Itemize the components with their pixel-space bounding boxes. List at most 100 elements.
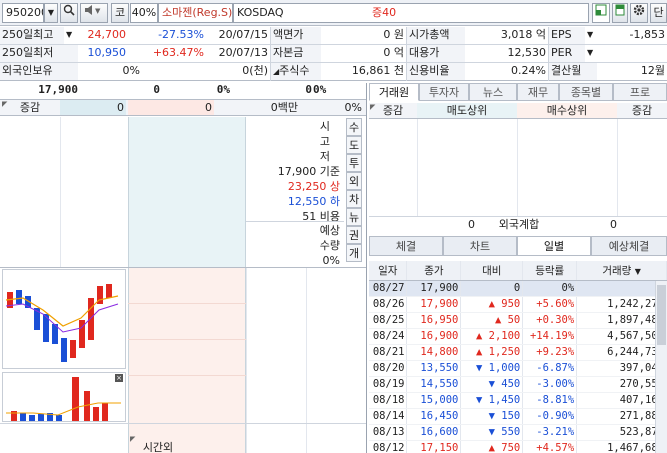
tab-trade[interactable]: 체결 [369, 236, 443, 256]
credit-ratio: 0.24% [511, 64, 546, 77]
high-label: 고 [319, 135, 330, 148]
daily-change: ▼ 550 [460, 424, 524, 441]
foreign-hold-qty: 0(천) [242, 64, 268, 77]
arrow-up-icon: ▲ [494, 314, 502, 326]
daily-rate: +4.57% [522, 440, 578, 453]
settings-button[interactable] [630, 3, 648, 23]
arrow-up-icon: ▲ [488, 442, 495, 453]
change-header: 증감 [19, 101, 41, 114]
ask-total: 0 [60, 100, 126, 115]
daily-close: 13,550 [406, 360, 462, 377]
tab-news[interactable]: 뉴스 [469, 83, 517, 101]
daily-row[interactable]: 08/2717,900 00%0 [369, 280, 667, 297]
daily-table: 일자 종가 대비 등락률 거래량 ▼ 08/2717,900 00%008/26… [369, 261, 667, 453]
high-250-dropdown[interactable]: ▼ [64, 27, 78, 44]
daily-row[interactable]: 08/25 16,950 ▲ 50 +0.30% 1,897,483 [369, 312, 667, 329]
arrow-up-icon: ▲ [475, 346, 483, 358]
market-info-box: KOSDAQ 증40 [233, 3, 589, 23]
daily-close: 16,600 [406, 424, 462, 441]
daily-volume: 523,872 [576, 424, 667, 441]
tab-chart[interactable]: 차트 [443, 236, 517, 256]
change-value: 0 [153, 83, 160, 96]
daily-change: ▲ 50 [460, 312, 524, 329]
daily-date: 08/19 [369, 376, 408, 393]
stock-code-input[interactable]: 950200 [2, 3, 44, 23]
close-icon[interactable]: × [115, 374, 123, 382]
col-volume[interactable]: 거래량 ▼ [576, 261, 667, 281]
daily-row[interactable]: 08/14 16,450 ▼ 150 -0.90% 271,883 [369, 408, 667, 425]
current-price: 17,900 [38, 83, 78, 96]
single-button[interactable]: 단 [650, 3, 667, 23]
sound-button[interactable]: ▼ [80, 3, 108, 23]
low-250-pct: +63.47% [152, 46, 204, 59]
daily-row[interactable]: 08/13 16,600 ▼ 550 -3.21% 523,872 [369, 424, 667, 441]
side-btn-individual[interactable]: 개 [346, 244, 362, 262]
tab-finance[interactable]: 재무 [517, 83, 559, 101]
side-btn-foreign[interactable]: 외 [346, 172, 362, 190]
link-button[interactable] [592, 3, 610, 23]
market-button[interactable]: 코 [111, 3, 129, 23]
daily-date: 08/12 [369, 440, 408, 453]
eps-dropdown[interactable]: ▼ [585, 27, 597, 44]
search-button[interactable] [60, 3, 78, 23]
daily-scrollbar[interactable] [655, 281, 667, 453]
daily-volume: 6,244,731 [576, 344, 667, 361]
tab-investor[interactable]: 투자자 [419, 83, 469, 101]
daily-close: 14,550 [406, 376, 462, 393]
daily-volume: 1,897,483 [576, 312, 667, 329]
side-btn-chart[interactable]: 차 [346, 190, 362, 208]
side-btn-invest[interactable]: 투 [346, 154, 362, 172]
daily-rate: +14.19% [522, 328, 578, 345]
margin-label: 증40 [372, 6, 397, 19]
credit-ratio-label: 신용비율 [407, 63, 465, 80]
expected-panel: 예상 수량 0% [250, 223, 340, 268]
daily-row[interactable]: 08/12 17,150 ▲ 750 +4.57% 1,467,684 [369, 440, 667, 453]
daily-volume: 407,168 [576, 392, 667, 409]
daily-close: 16,450 [406, 408, 462, 425]
scroll-thumb[interactable] [657, 285, 666, 345]
daily-row[interactable]: 08/26 17,900 ▲ 950 +5.60% 1,242,277 [369, 296, 667, 313]
daily-row[interactable]: 08/24 16,900 ▲ 2,100 +14.19% 4,567,509 [369, 328, 667, 345]
daily-row[interactable]: 08/20 13,550 ▼ 1,000 -6.87% 397,043 [369, 360, 667, 377]
daily-row[interactable]: 08/18 15,000 ▼ 1,450 -8.81% 407,168 [369, 392, 667, 409]
daily-row[interactable]: 08/21 14,800 ▲ 1,250 +9.23% 6,244,731 [369, 344, 667, 361]
fiscal-month-label: 결산월 [549, 63, 597, 80]
arrow-down-icon: ▼ [475, 362, 483, 374]
collateral-value: 12,530 [507, 46, 547, 59]
daily-change: ▲ 1,250 [460, 344, 524, 361]
daily-close: 14,800 [406, 344, 462, 361]
gear-icon [633, 4, 645, 16]
market-cap: 3,018 억 [500, 28, 546, 41]
daily-rate: -0.90% [522, 408, 578, 425]
daily-date: 08/14 [369, 408, 408, 425]
side-btn-do[interactable]: 도 [346, 136, 362, 154]
arrow-up-icon: ▲ [488, 298, 495, 310]
daily-row[interactable]: 08/19 14,550 ▼ 450 -3.00% 270,559 [369, 376, 667, 393]
tab-broker[interactable]: 거래원 [369, 83, 419, 101]
per-dropdown[interactable]: ▼ [585, 45, 597, 62]
tab-by-stock[interactable]: 종목별 [559, 83, 613, 101]
info-grid: 250일최고 ▼ 24,700 -27.53% 20/07/15 액면가 0 원… [0, 27, 667, 81]
eps-value: -1,853 [629, 28, 665, 41]
par-value-label: 액면가 [271, 27, 321, 44]
mini-candle-chart [2, 269, 126, 369]
high-250-label: 250일최고 [0, 27, 64, 44]
side-btn-news[interactable]: 뉴 [346, 208, 362, 226]
arrow-up-icon: ▲ [475, 330, 483, 342]
daily-close: 15,000 [406, 392, 462, 409]
code-dropdown-button[interactable]: ▼ [44, 3, 58, 23]
daily-change: ▼ 450 [460, 376, 524, 393]
daily-close: 17,900 [406, 296, 462, 313]
arrow-down-icon: ▼ [488, 410, 495, 422]
tab-pro[interactable]: 프로 [613, 83, 667, 101]
tab-expected-trade[interactable]: 예상체결 [591, 236, 667, 256]
col-rate: 등락률 [522, 261, 578, 281]
daily-date: 08/27 [369, 280, 408, 297]
foreign-hold-label: 외국인보유 [0, 63, 78, 80]
par-value: 0 원 [383, 28, 404, 41]
daily-change: ▲ 950 [460, 296, 524, 313]
side-btn-rights[interactable]: 권 [346, 226, 362, 244]
window-toggle-button[interactable] [612, 3, 628, 23]
tab-daily[interactable]: 일별 [517, 236, 591, 256]
side-btn-sell[interactable]: 수 [346, 118, 362, 136]
